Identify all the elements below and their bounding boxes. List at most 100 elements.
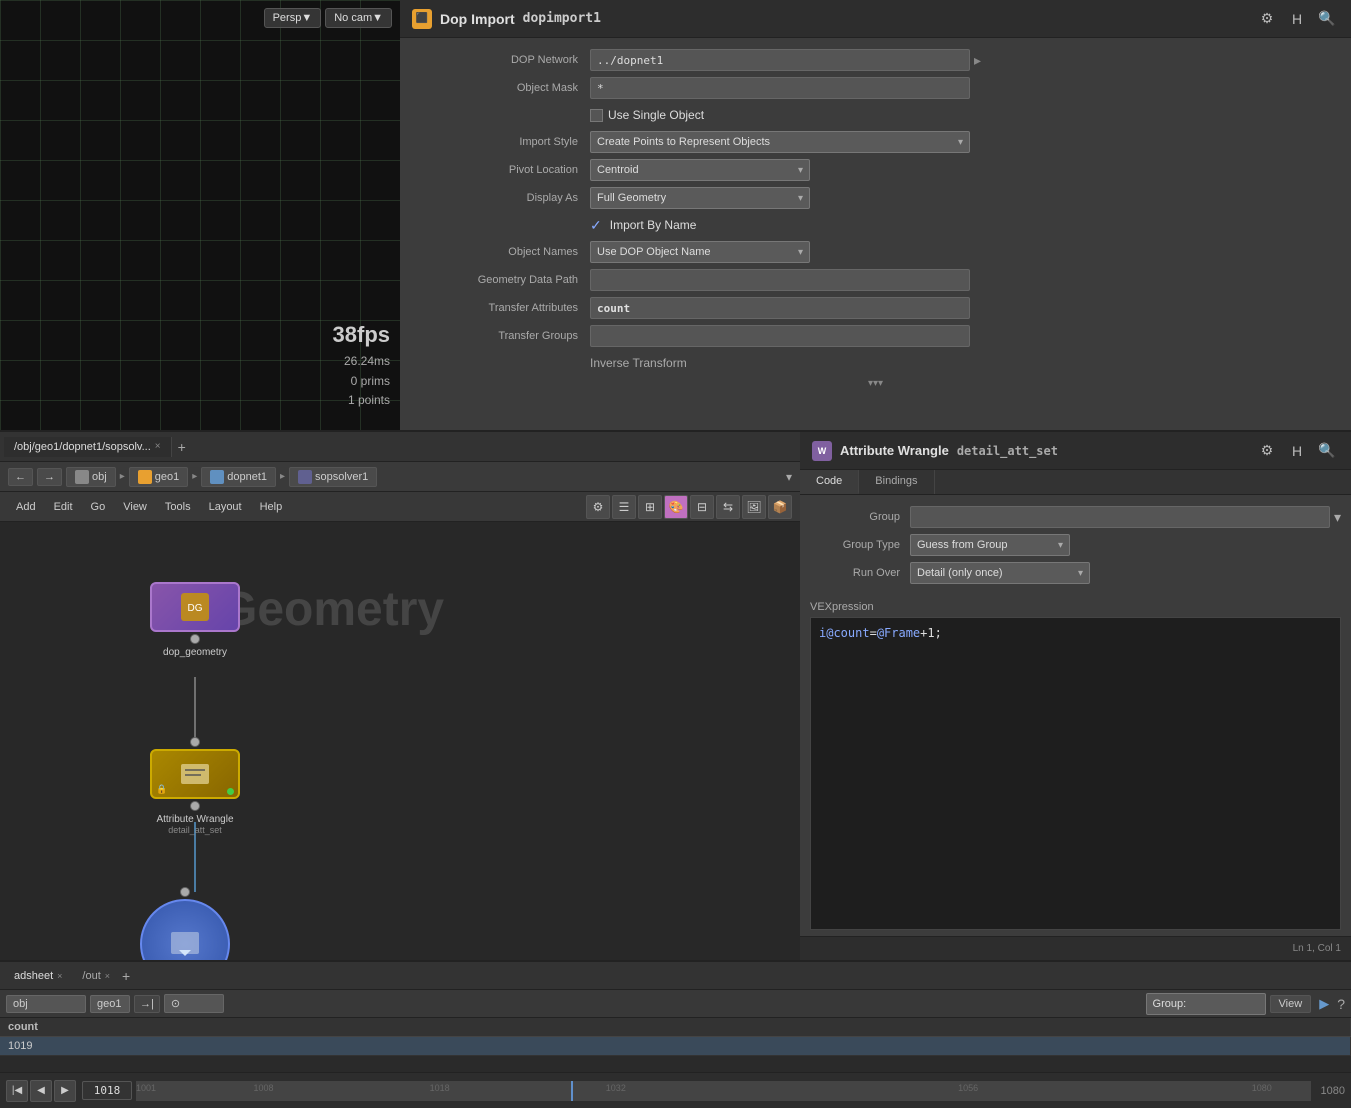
import-style-value: Create Points to Represent Objects ▾: [590, 131, 1341, 153]
bc-dop-icon: [210, 470, 224, 484]
viewport: Persp▼ No cam▼ 38fps 26.24ms 0 prims 1 p…: [0, 0, 400, 430]
geometry-data-path-input[interactable]: [590, 269, 970, 291]
dop-network-input[interactable]: [590, 49, 970, 71]
pivot-location-text: Centroid: [597, 164, 639, 176]
timeline-bar[interactable]: 1001 1008 1018 1032 1056 1080: [136, 1081, 1311, 1101]
tl-tick-1056: 1056: [958, 1083, 978, 1093]
node-dop-geometry[interactable]: DG dop_geometry: [150, 582, 240, 658]
wrangle-tab-code[interactable]: Code: [800, 470, 859, 494]
tl-start-btn[interactable]: |◀: [6, 1080, 28, 1102]
toolbar-icon-color[interactable]: 🎨: [664, 495, 688, 519]
wrangle-run-over-row: Run Over Detail (only once) ▾: [800, 559, 1351, 587]
object-mask-input[interactable]: [590, 77, 970, 99]
wrangle-props: Group ▾ Group Type Guess from Group ▾ R: [800, 495, 1351, 595]
toolbar-help-btn[interactable]: Help: [252, 499, 291, 515]
toolbar-icon-4[interactable]: ⊟: [690, 495, 714, 519]
ss-table: count 1019: [0, 1018, 1351, 1056]
vex-editor[interactable]: i@count=@Frame+1;: [810, 617, 1341, 930]
toolbar-add-btn[interactable]: Add: [8, 499, 44, 515]
toolbar-icon-3[interactable]: ⊞: [638, 495, 662, 519]
panel-header: ⬛ Dop Import dopimport1 ⚙ H 🔍: [400, 0, 1351, 38]
toolbar-icon-2[interactable]: ☰: [612, 495, 636, 519]
table-row[interactable]: 1019: [0, 1037, 1351, 1056]
panel-node-name: dopimport1: [523, 11, 601, 26]
wrangle-tab-bindings[interactable]: Bindings: [859, 470, 934, 494]
tl-prev-btn[interactable]: ◀: [30, 1080, 52, 1102]
node-ap-box[interactable]: Attribute Promote detail_to_point count: [140, 887, 230, 960]
timeline-frame-input[interactable]: 1018: [82, 1081, 132, 1100]
display-as-dropdown[interactable]: Full Geometry ▾: [590, 187, 810, 209]
breadcrumb-geo1[interactable]: geo1: [129, 467, 188, 487]
ss-tab-out[interactable]: /out ×: [74, 968, 118, 984]
pivot-location-dropdown[interactable]: Centroid ▾: [590, 159, 810, 181]
ss-play-icon[interactable]: ▶: [1315, 996, 1333, 1012]
node-ap-icon: [165, 924, 205, 960]
breadcrumb-back-btn[interactable]: ←: [8, 468, 33, 486]
cam-button[interactable]: No cam▼: [325, 8, 392, 28]
use-single-object-checkbox[interactable]: [590, 109, 603, 122]
tl-tick-1008: 1008: [253, 1083, 273, 1093]
breadcrumb-dopnet1[interactable]: dopnet1: [201, 467, 276, 487]
wrangle-run-over-dropdown[interactable]: Detail (only once) ▾: [910, 562, 1090, 584]
ss-group-dropdown[interactable]: Group:: [1146, 993, 1266, 1015]
breadcrumb-obj[interactable]: obj: [66, 467, 116, 487]
node-dop-geometry-label: dop_geometry: [163, 647, 227, 658]
settings-icon-btn[interactable]: ⚙: [1255, 7, 1279, 31]
wrangle-group-input[interactable]: [910, 506, 1330, 528]
wrangle-search-btn[interactable]: 🔍: [1315, 439, 1339, 463]
wrangle-group-type-dropdown[interactable]: Guess from Group ▾: [910, 534, 1070, 556]
wrangle-help-btn[interactable]: H: [1285, 439, 1309, 463]
ss-view-btn[interactable]: View: [1270, 995, 1312, 1013]
import-by-name-row: ✓ Import By Name: [400, 212, 1351, 238]
ss-tab-adsheet[interactable]: adsheet ×: [6, 968, 70, 984]
toolbar-edit-btn[interactable]: Edit: [46, 499, 81, 515]
object-names-label: Object Names: [410, 246, 590, 258]
wrangle-settings-btn[interactable]: ⚙: [1255, 439, 1279, 463]
ss-nav-set-btn[interactable]: →|: [134, 995, 160, 1013]
wrangle-group-value: ▾: [910, 506, 1341, 528]
search-icon-btn[interactable]: 🔍: [1315, 7, 1339, 31]
node-aw-icon: [177, 756, 213, 792]
node-attribute-wrangle[interactable]: 🔒 Attribute Wrangle detail_att_set: [150, 737, 240, 835]
tab-close-icon[interactable]: ×: [155, 441, 161, 452]
ss-help-icon[interactable]: ?: [1337, 996, 1345, 1012]
tl-play-btn[interactable]: ▶: [54, 1080, 76, 1102]
import-style-dropdown[interactable]: Create Points to Represent Objects ▾: [590, 131, 970, 153]
wrangle-group-dropdown-arrow[interactable]: ▾: [1334, 509, 1341, 526]
node-attribute-promote[interactable]: Attribute Promote detail_to_point count: [140, 887, 230, 960]
toolbar-icon-6[interactable]: 🖼: [742, 495, 766, 519]
use-single-object-text: Use Single Object: [608, 108, 704, 122]
node-aw-lock-icon: 🔒: [156, 784, 167, 795]
toolbar-view-btn[interactable]: View: [115, 499, 155, 515]
node-canvas: Geometry DG: [0, 522, 800, 960]
toolbar-tools-btn[interactable]: Tools: [157, 499, 199, 515]
transfer-attributes-input[interactable]: [590, 297, 970, 319]
node-dop-geometry-box[interactable]: DG dop_geometry: [150, 582, 240, 658]
bc-arrow-2: ▸: [192, 471, 197, 482]
wrangle-run-over-label: Run Over: [810, 567, 910, 579]
ss-adsheet-close[interactable]: ×: [57, 971, 62, 981]
help-icon-btn[interactable]: H: [1285, 7, 1309, 31]
breadcrumb-sopsolver1[interactable]: sopsolver1: [289, 467, 377, 487]
tab-add-btn[interactable]: +: [172, 439, 192, 455]
ss-orbit-icon: ⊙: [171, 997, 180, 1010]
transfer-groups-input[interactable]: [590, 325, 970, 347]
breadcrumb-forward-btn[interactable]: →: [37, 468, 62, 486]
breadcrumb-dropdown-arrow[interactable]: ▾: [786, 470, 792, 484]
ss-add-btn[interactable]: +: [122, 968, 130, 984]
dop-network-label: DOP Network: [410, 54, 590, 66]
object-names-dropdown[interactable]: Use DOP Object Name ▾: [590, 241, 810, 263]
toolbar-icon-1[interactable]: ⚙: [586, 495, 610, 519]
toolbar-layout-btn[interactable]: Layout: [201, 499, 250, 515]
persp-button[interactable]: Persp▼: [264, 8, 322, 28]
bc-obj-label: obj: [92, 471, 107, 483]
wrangle-statusbar: Ln 1, Col 1: [800, 936, 1351, 960]
vex-plus: +1;: [920, 626, 942, 640]
ss-out-close[interactable]: ×: [105, 971, 110, 981]
toolbar-icon-7[interactable]: 📦: [768, 495, 792, 519]
toolbar-icon-5[interactable]: ⇆: [716, 495, 740, 519]
node-attribute-wrangle-box[interactable]: 🔒 Attribute Wrangle detail_att_set: [150, 737, 240, 835]
pivot-location-row: Pivot Location Centroid ▾: [400, 156, 1351, 184]
node-editor-tab-active[interactable]: /obj/geo1/dopnet1/sopsolv... ×: [4, 437, 172, 457]
toolbar-go-btn[interactable]: Go: [83, 499, 114, 515]
